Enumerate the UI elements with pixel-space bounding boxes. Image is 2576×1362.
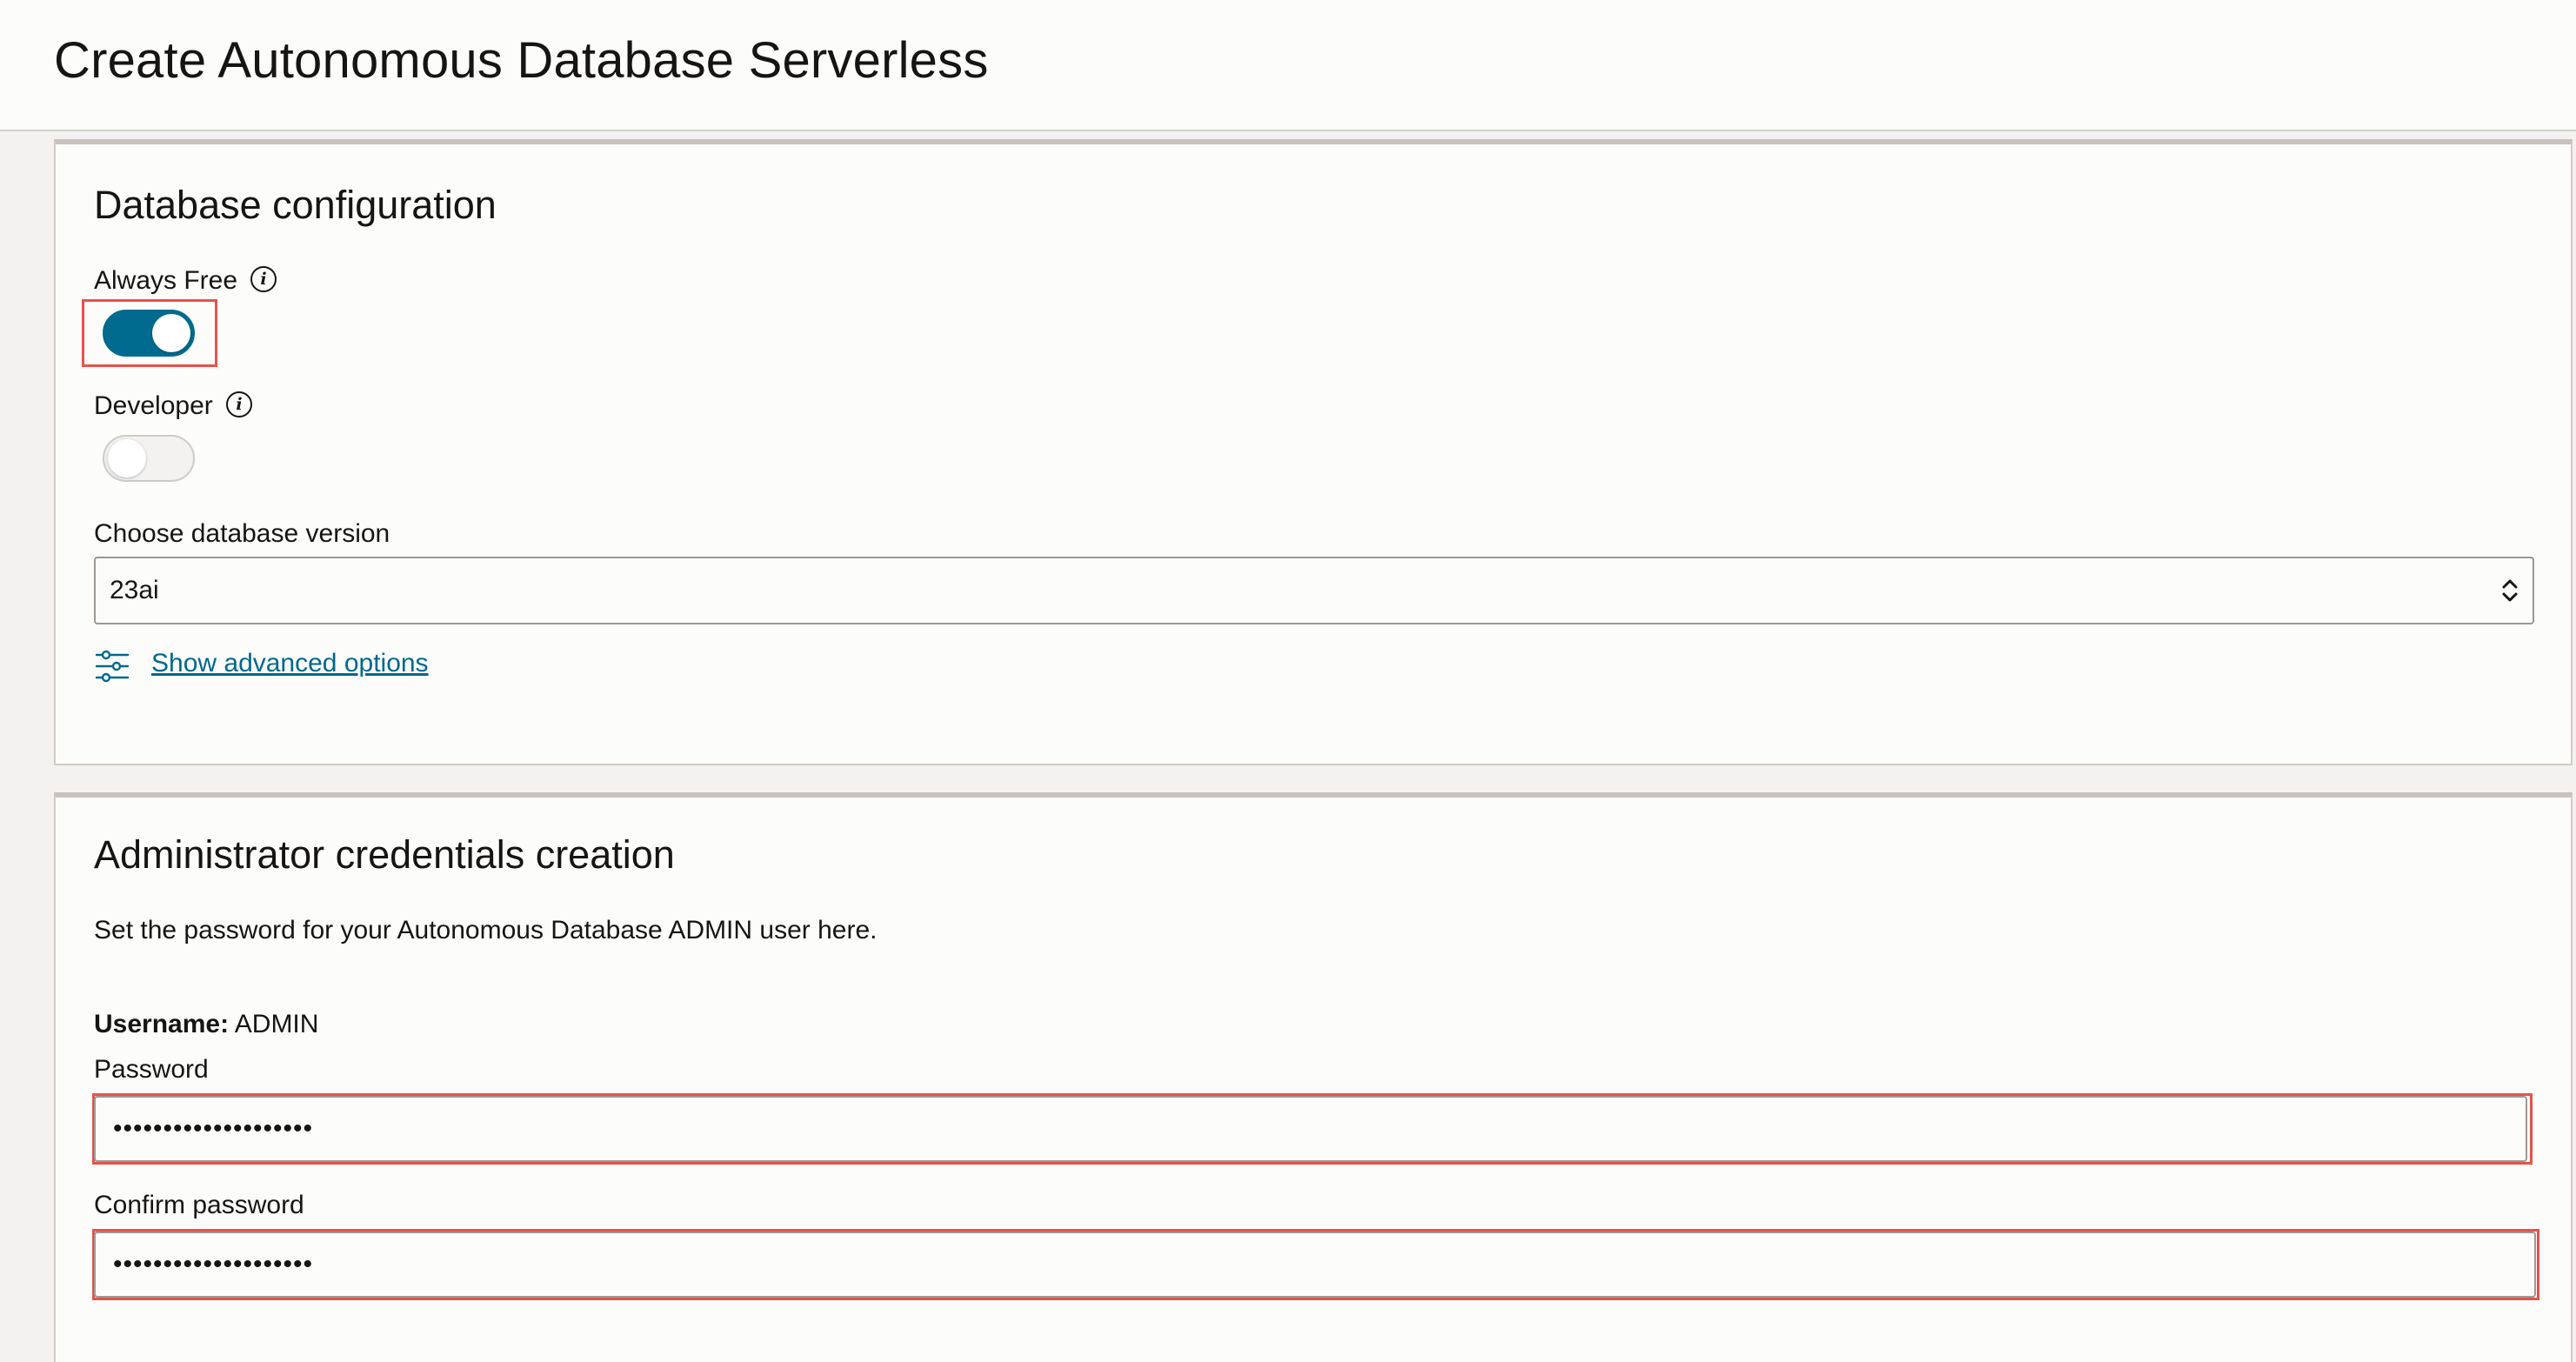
database-configuration-section: Database configuration Always Free i Dev… <box>54 139 2573 765</box>
confirm-password-field[interactable]: •••••••••••••••••••• <box>94 1232 2536 1298</box>
admin-description: Set the password for your Autonomous Dat… <box>94 916 878 945</box>
username-value: ADMIN <box>234 1010 319 1038</box>
password-field[interactable]: •••••••••••••••••••• <box>94 1096 2527 1162</box>
always-free-label: Always Free <box>94 266 238 295</box>
toggle-knob <box>152 314 190 352</box>
sliders-icon <box>95 650 130 683</box>
confirm-password-value: •••••••••••••••••••• <box>113 1250 314 1279</box>
developer-label: Developer <box>94 391 213 420</box>
always-free-toggle[interactable] <box>103 310 195 357</box>
section-title-administrator-credentials: Administrator credentials creation <box>94 832 675 877</box>
select-chevrons-icon <box>2502 579 2518 602</box>
database-version-select[interactable]: 23ai <box>94 557 2534 624</box>
page-title: Create Autonomous Database Serverless <box>54 32 989 89</box>
administrator-credentials-section: Administrator credentials creation Set t… <box>54 792 2573 1362</box>
password-label: Password <box>94 1055 209 1084</box>
toggle-knob <box>108 439 146 477</box>
username-label: Username: <box>94 1010 230 1038</box>
show-advanced-options-link[interactable]: Show advanced options <box>151 649 429 678</box>
developer-toggle[interactable] <box>103 435 195 482</box>
username-row: Username: ADMIN <box>94 1010 318 1039</box>
database-version-label: Choose database version <box>94 519 390 548</box>
info-icon[interactable]: i <box>226 391 252 417</box>
database-version-value: 23ai <box>110 576 159 604</box>
info-icon[interactable]: i <box>250 266 277 292</box>
password-value: •••••••••••••••••••• <box>113 1114 314 1143</box>
section-title-database-configuration: Database configuration <box>94 183 497 227</box>
confirm-password-label: Confirm password <box>94 1191 304 1219</box>
page-header: Create Autonomous Database Serverless <box>0 0 2576 131</box>
